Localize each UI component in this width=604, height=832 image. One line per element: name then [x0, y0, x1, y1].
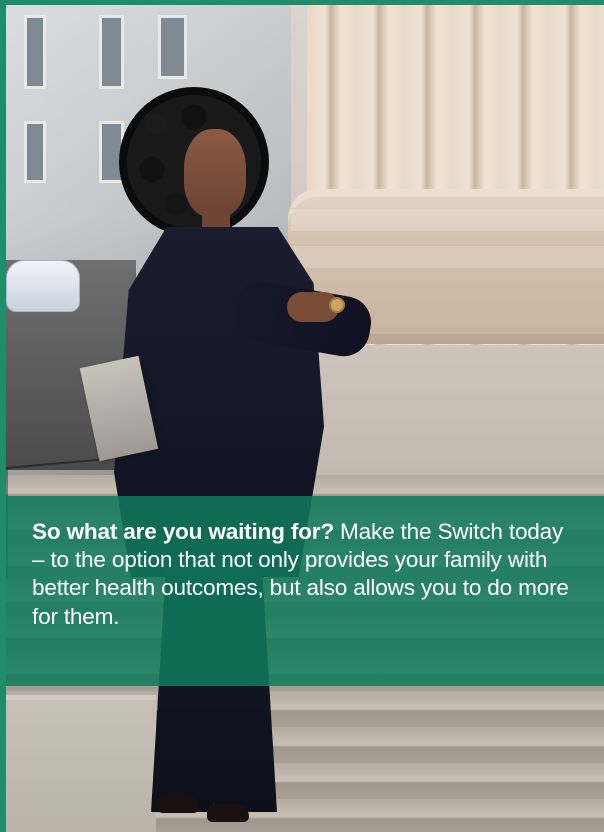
building-window	[99, 15, 124, 89]
watch-icon	[329, 297, 345, 313]
building-window	[24, 15, 46, 89]
message-panel: So what are you waiting for? Make the Sw…	[6, 496, 604, 686]
right-shoe	[207, 804, 249, 822]
message-text: So what are you waiting for? Make the Sw…	[32, 518, 572, 631]
face	[184, 129, 246, 217]
hero-photo	[6, 5, 604, 832]
promo-page: So what are you waiting for? Make the Sw…	[0, 0, 604, 832]
woman-figure	[39, 87, 376, 832]
building-window	[158, 15, 187, 79]
message-headline: So what are you waiting for?	[32, 519, 334, 544]
left-shoe	[157, 795, 199, 813]
